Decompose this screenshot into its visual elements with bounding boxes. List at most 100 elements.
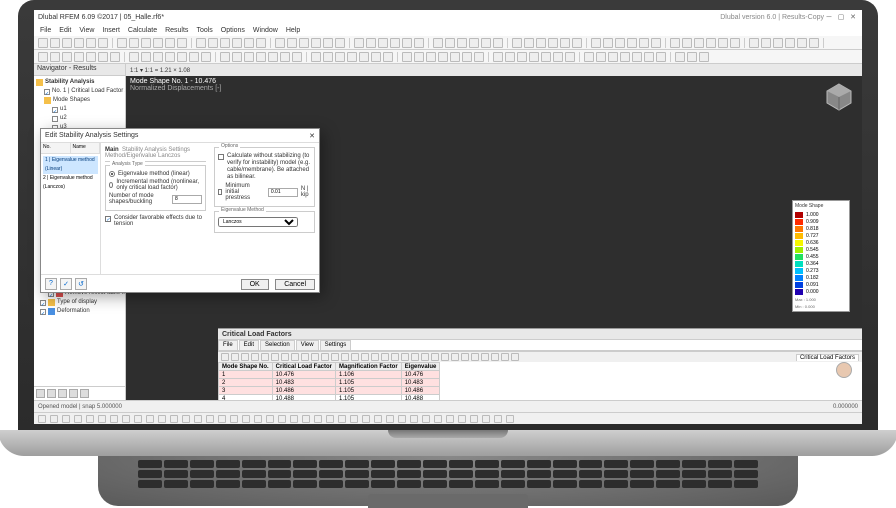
tree-item[interactable]: Deformation [57,307,90,316]
table-menu[interactable]: File [218,340,238,350]
table-cell[interactable]: 1 [219,371,273,379]
table-tool-button[interactable] [271,353,279,361]
eigenvalue-select[interactable]: Lanczos [218,217,298,227]
toolbar-button[interactable] [493,52,503,62]
dialog-list-item-selected[interactable]: 1 | Eigenvalue method (Linear) [43,156,98,174]
table-tool-button[interactable] [361,353,369,361]
toolbar-button[interactable] [773,38,783,48]
tree-critical[interactable]: No. 1 | Critical Load Factor / Magnifica… [52,87,125,96]
toolbar-button[interactable] [292,52,302,62]
table-cell[interactable]: 1.105 [336,395,402,401]
tree-checkbox[interactable] [52,116,58,122]
dialog-titlebar[interactable]: Edit Stability Analysis Settings ✕ [41,129,319,143]
statusbar-button[interactable] [254,415,262,423]
statusbar-button[interactable] [506,415,514,423]
table-tool-button[interactable] [371,353,379,361]
toolbar-button[interactable] [584,52,594,62]
table-tool-button[interactable] [221,353,229,361]
nav-footer-icon[interactable] [58,389,67,398]
toolbar-button[interactable] [129,52,139,62]
dialog-close-icon[interactable]: ✕ [309,132,315,140]
toolbar-button[interactable] [536,38,546,48]
toolbar-button[interactable] [749,38,759,48]
toolbar-button[interactable] [785,38,795,48]
statusbar-button[interactable] [470,415,478,423]
toolbar-button[interactable] [541,52,551,62]
menu-options[interactable]: Options [221,27,245,34]
table-tool-button[interactable] [241,353,249,361]
statusbar-button[interactable] [458,415,466,423]
toolbar-button[interactable] [256,52,266,62]
toolbar-button[interactable] [517,52,527,62]
toolbar-button[interactable] [371,52,381,62]
toolbar-button[interactable] [548,38,558,48]
toolbar-button[interactable] [366,38,376,48]
table-cell[interactable]: 10.488 [401,395,440,401]
menu-window[interactable]: Window [253,27,278,34]
toolbar-button[interactable] [615,38,625,48]
toolbar-button[interactable] [347,52,357,62]
menu-file[interactable]: File [40,27,51,34]
statusbar-button[interactable] [422,415,430,423]
table-tool-button[interactable] [261,353,269,361]
toolbar-button[interactable] [129,38,139,48]
toolbar-button[interactable] [603,38,613,48]
toolbar-button[interactable] [402,52,412,62]
dialog-list-col[interactable]: No. [41,143,71,153]
toolbar-button[interactable] [62,52,72,62]
table-tab-active[interactable]: Critical Load Factors [796,354,859,361]
toolbar-button[interactable] [644,52,654,62]
toolbar-button[interactable] [244,38,254,48]
statusbar-button[interactable] [302,415,310,423]
tree-mode[interactable]: u1 [60,105,67,114]
toolbar-button[interactable] [165,52,175,62]
statusbar-button[interactable] [230,415,238,423]
dialog-help-icon[interactable]: ? [45,278,57,290]
toolbar-button[interactable] [117,38,127,48]
statusbar-button[interactable] [338,415,346,423]
table-cell[interactable]: 1.105 [336,379,402,387]
toolbar-button[interactable] [268,52,278,62]
toolbar-button[interactable] [110,52,120,62]
toolbar-button[interactable] [572,38,582,48]
table-tool-button[interactable] [311,353,319,361]
toolbar-button[interactable] [445,38,455,48]
dialog-apply-icon[interactable]: ✓ [60,278,72,290]
toolbar-button[interactable] [560,38,570,48]
statusbar-button[interactable] [350,415,358,423]
toolbar-button[interactable] [450,52,460,62]
toolbar-button[interactable] [438,52,448,62]
menu-view[interactable]: View [79,27,94,34]
toolbar-button[interactable] [275,38,285,48]
table-cell[interactable]: 10.486 [401,387,440,395]
table-cell[interactable]: 10.476 [272,371,335,379]
statusbar-button[interactable] [434,415,442,423]
max-button[interactable]: ▢ [836,12,846,22]
table-cell[interactable]: 10.483 [401,379,440,387]
menu-edit[interactable]: Edit [59,27,71,34]
toolbar-button[interactable] [414,38,424,48]
table-tool-button[interactable] [511,353,519,361]
statusbar-button[interactable] [146,415,154,423]
table-tool-button[interactable] [341,353,349,361]
nav-footer-icon[interactable] [47,389,56,398]
chk-init-prestress[interactable] [218,189,222,195]
statusbar-button[interactable] [482,415,490,423]
toolbar-button[interactable] [512,38,522,48]
statusbar-button[interactable] [158,415,166,423]
table-tool-button[interactable] [321,353,329,361]
statusbar-button[interactable] [122,415,130,423]
toolbar-button[interactable] [687,52,697,62]
table-menu[interactable]: Selection [260,340,295,350]
radio-incremental[interactable] [109,182,113,188]
toolbar-button[interactable] [809,38,819,48]
statusbar-button[interactable] [62,415,70,423]
toolbar-button[interactable] [474,52,484,62]
toolbar-button[interactable] [383,52,393,62]
toolbar-button[interactable] [74,52,84,62]
statusbar-button[interactable] [398,415,406,423]
toolbar-button[interactable] [682,38,692,48]
statusbar-button[interactable] [50,415,58,423]
toolbar-button[interactable] [311,52,321,62]
toolbar-button[interactable] [177,52,187,62]
